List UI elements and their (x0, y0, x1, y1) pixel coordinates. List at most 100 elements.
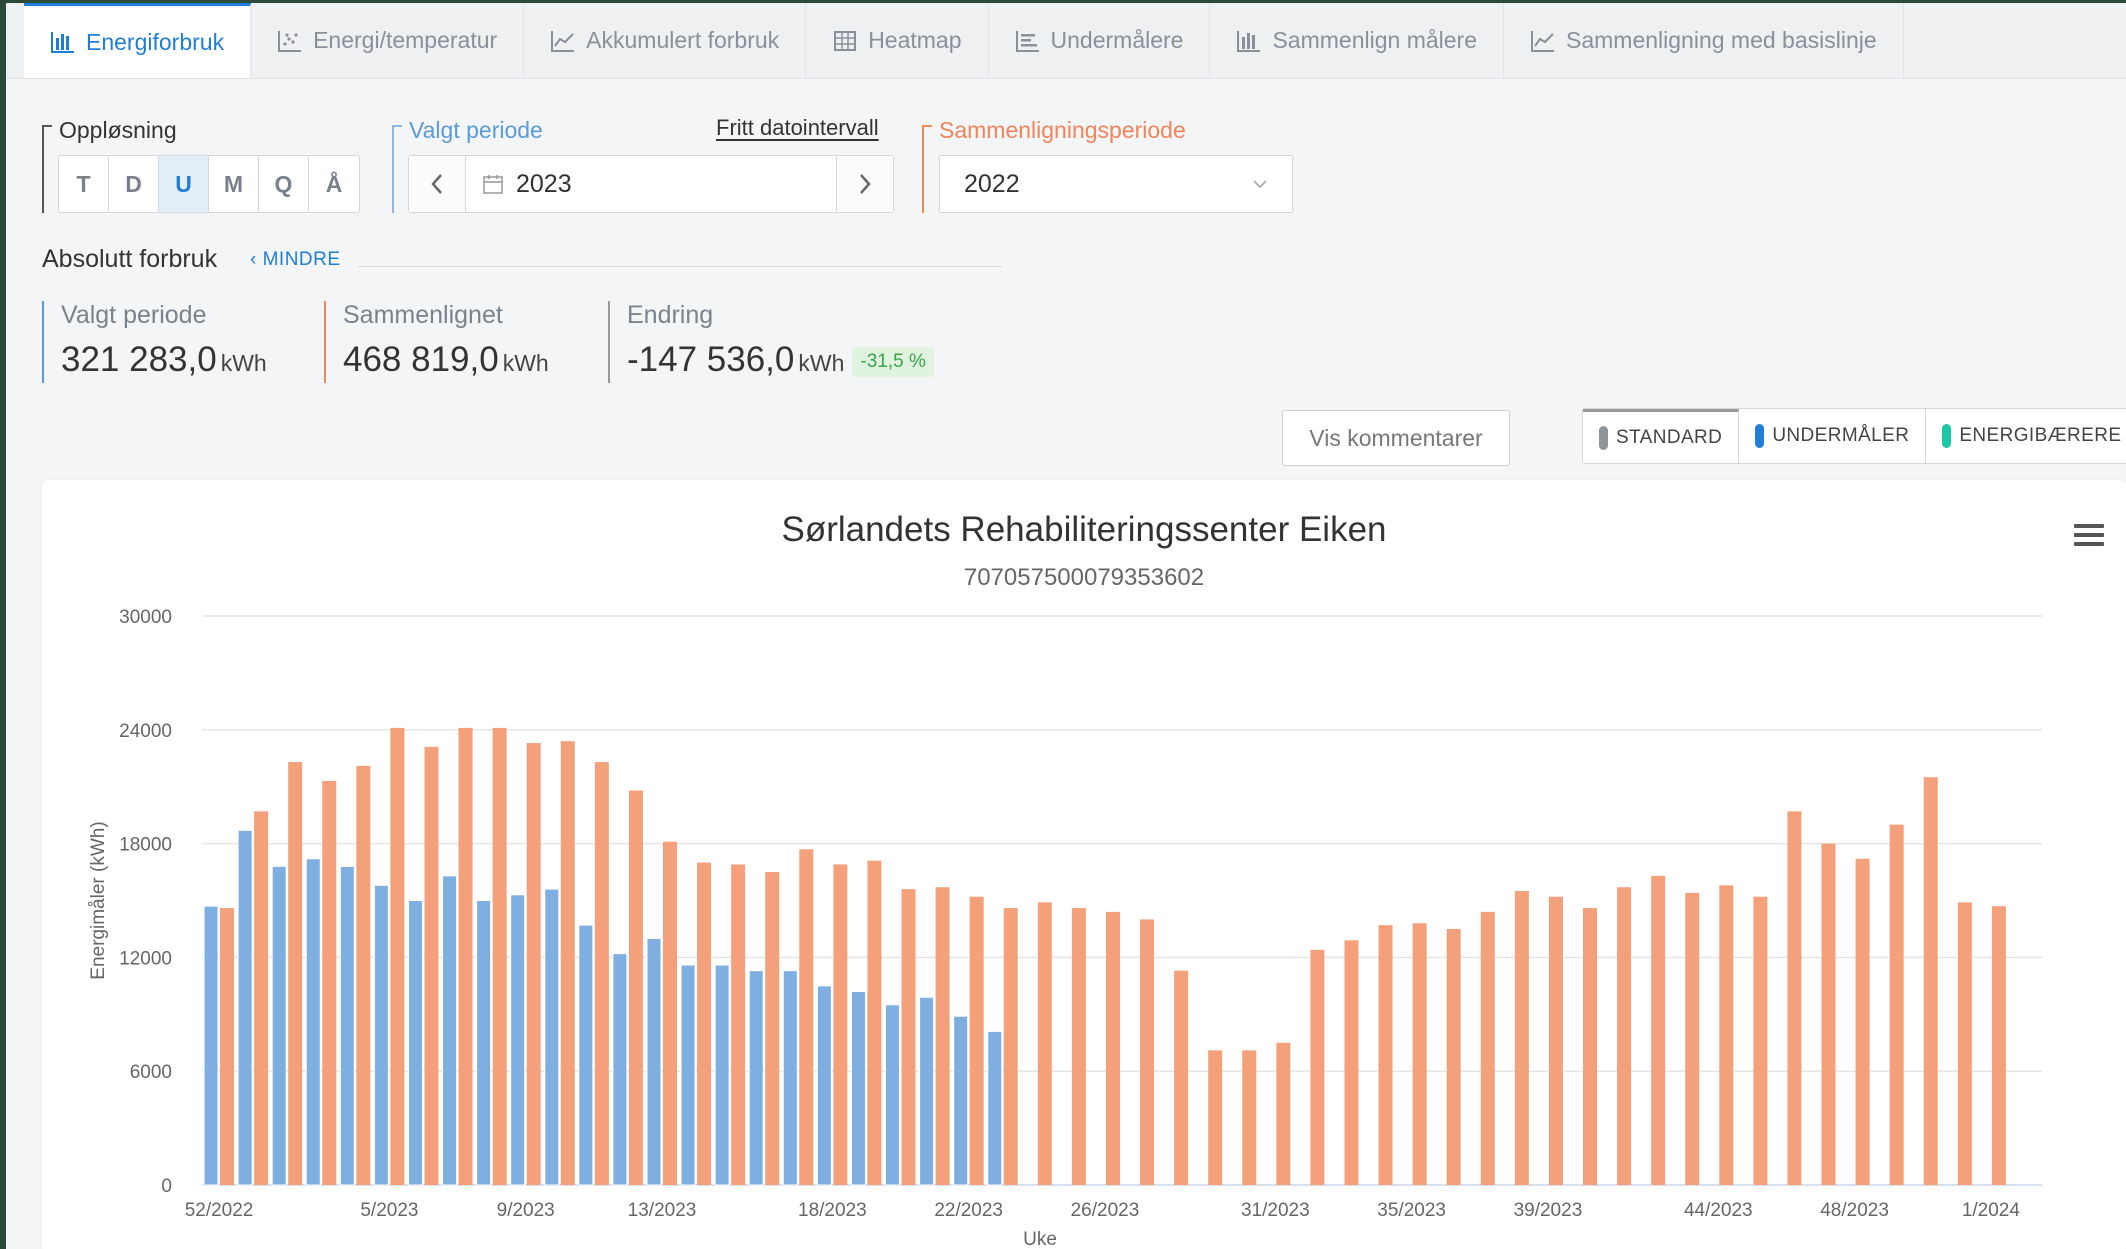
y-axis-label: Energimåler (kWh) (88, 821, 109, 979)
bar-selected (407, 900, 423, 1186)
tab-label: Energi/temperatur (313, 27, 498, 53)
y-tick-label: 6000 (130, 1062, 172, 1083)
bar-comparison (1514, 891, 1529, 1185)
list-chart-icon (1015, 29, 1041, 53)
tab-akkumulert-forbruk[interactable]: Akkumulert forbruk (524, 3, 807, 78)
stat-compared-unit: kWh (502, 350, 549, 376)
tab-sammenlign-målere[interactable]: Sammenlign målere (1210, 3, 1504, 78)
period-input[interactable]: 2023 (465, 156, 837, 212)
bar-chart-icon (50, 30, 76, 54)
prev-period-button[interactable] (409, 156, 465, 212)
stat-selected-value-row: 321 283,0 kWh (61, 340, 267, 380)
tab-label: Sammenlign målere (1272, 27, 1477, 53)
mode-energibærere[interactable]: ENERGIBÆRERE (1926, 409, 2126, 463)
grid-icon (832, 29, 858, 53)
scatter-chart-icon (277, 29, 303, 53)
bar-comparison (833, 864, 848, 1185)
resolution-option[interactable]: Q (259, 156, 309, 212)
x-tick-label: 1/2024 (1962, 1200, 2021, 1221)
mode-label: UNDERMÅLER (1772, 425, 1910, 446)
tab-heatmap[interactable]: Heatmap (806, 3, 989, 78)
bar-comparison (1378, 925, 1393, 1185)
bar-selected (544, 888, 560, 1186)
bar-comparison (254, 811, 269, 1185)
x-tick-label: 44/2023 (1684, 1200, 1753, 1221)
comparison-bracket (922, 125, 932, 213)
bar-comparison (492, 727, 507, 1185)
tab-energi-temperatur[interactable]: Energi/temperatur (251, 3, 525, 78)
bar-selected (305, 858, 321, 1186)
period-value: 2023 (516, 169, 572, 198)
mode-color-indicator (1599, 425, 1608, 450)
show-comments-button[interactable]: Vis kommentarer (1282, 410, 1510, 466)
bar-comparison (356, 765, 371, 1185)
change-percent-badge: -31,5 % (852, 346, 934, 377)
stat-selected-value: 321 283,0 (61, 340, 217, 379)
chevron-left-small-icon: ‹ (250, 249, 263, 270)
bar-comparison (1037, 902, 1052, 1185)
stat-change-value: -147 536,0 (627, 340, 795, 379)
bar-selected (816, 985, 832, 1186)
bar-comparison (1889, 824, 1904, 1185)
bar-selected (237, 829, 253, 1186)
stat-selected: Valgt periode 321 283,0 kWh (42, 301, 267, 383)
bar-comparison (1617, 887, 1632, 1185)
bar-comparison (901, 889, 916, 1185)
resolution-option[interactable]: T (59, 156, 109, 212)
bar-comparison (1071, 908, 1086, 1185)
collapse-summary-label: MINDRE (262, 249, 341, 270)
tab-sammenligning-med-basislinje[interactable]: Sammenligning med basislinje (1504, 3, 1904, 78)
bar-selected (782, 970, 798, 1186)
bar-comparison (526, 743, 541, 1185)
x-tick-label: 5/2023 (360, 1200, 418, 1221)
mode-label: STANDARD (1616, 426, 1723, 448)
tab-energiforbruk[interactable]: Energiforbruk (24, 3, 252, 78)
bar-comparison (935, 887, 950, 1185)
bar-comparison (1991, 906, 2006, 1185)
mode-color-indicator (1755, 424, 1765, 448)
tab-label: Energiforbruk (86, 28, 225, 55)
tab-label: Akkumulert forbruk (586, 27, 780, 53)
resolution-option[interactable]: Å (309, 156, 359, 212)
comparison-period-select[interactable]: 2022 (939, 155, 1293, 213)
next-period-button[interactable] (837, 156, 893, 212)
calendar-icon (483, 175, 503, 194)
bar-comparison (799, 849, 814, 1185)
bar-chart-icon (1236, 29, 1262, 53)
line-chart-icon (1530, 29, 1556, 53)
bar-selected (339, 865, 355, 1186)
tab-undermålere[interactable]: Undermålere (989, 3, 1211, 78)
resolution-option[interactable]: U (159, 156, 209, 212)
tab-label: Sammenligning med basislinje (1566, 27, 1877, 53)
bar-selected (510, 894, 526, 1186)
bar-comparison (1651, 875, 1666, 1185)
bar-selected (748, 970, 764, 1186)
bar-comparison (288, 762, 303, 1185)
mode-standard[interactable]: STANDARD (1583, 409, 1740, 463)
free-interval-link[interactable]: Fritt datointervall (716, 115, 879, 141)
bar-comparison (424, 746, 439, 1185)
summary-divider (358, 266, 1002, 267)
bar-comparison (1140, 919, 1155, 1185)
resolution-option[interactable]: D (109, 156, 159, 212)
period-label: Valgt periode (409, 117, 543, 143)
bar-selected (714, 964, 730, 1186)
bar-comparison (1548, 896, 1563, 1185)
resolution-option[interactable]: M (209, 156, 259, 212)
stat-compared: Sammenlignet 468 819,0 kWh (324, 301, 549, 383)
stat-selected-unit: kWh (220, 350, 267, 376)
bar-comparison (1821, 843, 1836, 1185)
collapse-summary-toggle[interactable]: ‹ MINDRE (250, 249, 341, 271)
chevron-right-icon (860, 174, 871, 194)
y-tick-label: 12000 (119, 948, 172, 969)
period-picker: 2023 (408, 155, 894, 213)
mode-undermåler[interactable]: UNDERMÅLER (1739, 409, 1927, 463)
bar-comparison (697, 862, 712, 1185)
chevron-left-icon (431, 174, 442, 194)
bar-comparison (1174, 970, 1189, 1185)
stat-compared-value-row: 468 819,0 kWh (343, 340, 549, 380)
bar-comparison (390, 727, 405, 1185)
stat-compared-value: 468 819,0 (343, 340, 499, 379)
bar-selected (373, 884, 389, 1186)
x-tick-label: 22/2023 (934, 1200, 1003, 1221)
